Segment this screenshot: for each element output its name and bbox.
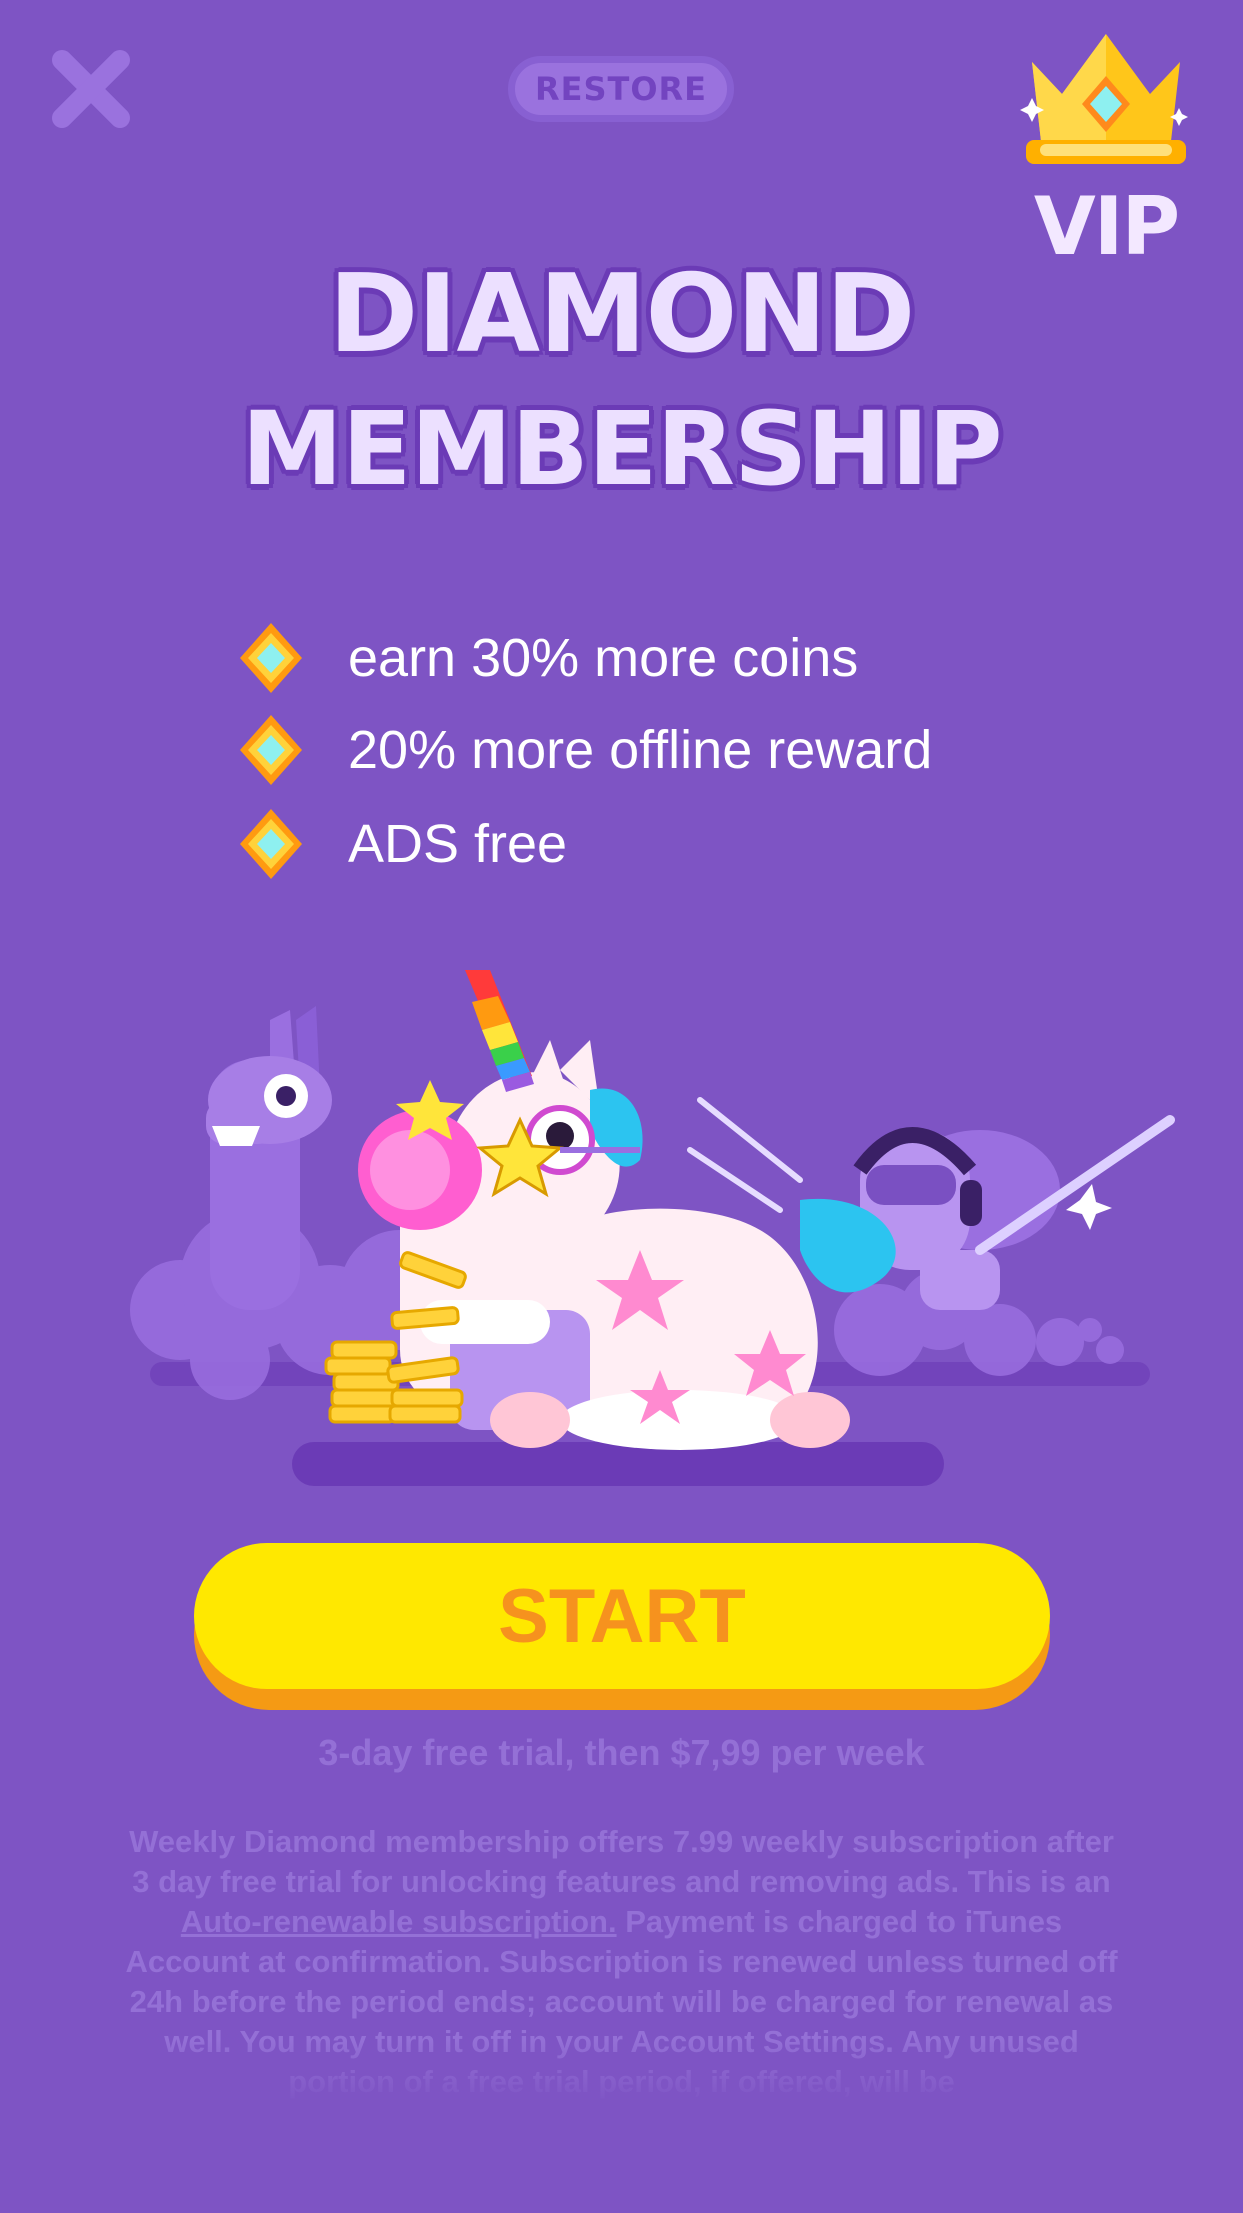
robot-character	[853, 1115, 1175, 1310]
close-icon	[52, 50, 130, 128]
title-line-2: MEMBERSHIP	[241, 390, 1002, 509]
trial-info-text: 3-day free trial, then $7,99 per week	[318, 1732, 925, 1773]
close-button[interactable]	[48, 46, 134, 132]
feature-text: 20% more offline reward	[348, 720, 933, 780]
feature-item: earn 30% more coins	[240, 618, 858, 698]
feature-text: ADS free	[348, 814, 568, 874]
feature-item: 20% more offline reward	[240, 710, 932, 790]
auto-renewable-link[interactable]: Auto-renewable subscription.	[181, 1904, 617, 1939]
terms-text-before: Weekly Diamond membership offers 7.99 we…	[129, 1824, 1114, 1899]
feature-text: earn 30% more coins	[348, 628, 859, 688]
restore-label: RESTORE	[534, 70, 708, 108]
start-button[interactable]: START	[194, 1543, 1050, 1689]
feature-item: ADS free	[240, 804, 567, 884]
crown-icon	[1020, 34, 1188, 164]
title-line-1: DIAMOND	[328, 252, 916, 377]
vip-badge: VIP	[1020, 32, 1192, 273]
hero-illustration	[120, 950, 1180, 1490]
start-label: START	[498, 1573, 746, 1659]
diamond-icon	[240, 809, 302, 879]
terms-fade-overlay	[0, 2040, 1243, 2120]
flying-arrows	[687, 1097, 803, 1213]
diamond-icon	[240, 715, 302, 785]
diamond-icon	[240, 623, 302, 693]
restore-button[interactable]: RESTORE	[508, 56, 734, 122]
